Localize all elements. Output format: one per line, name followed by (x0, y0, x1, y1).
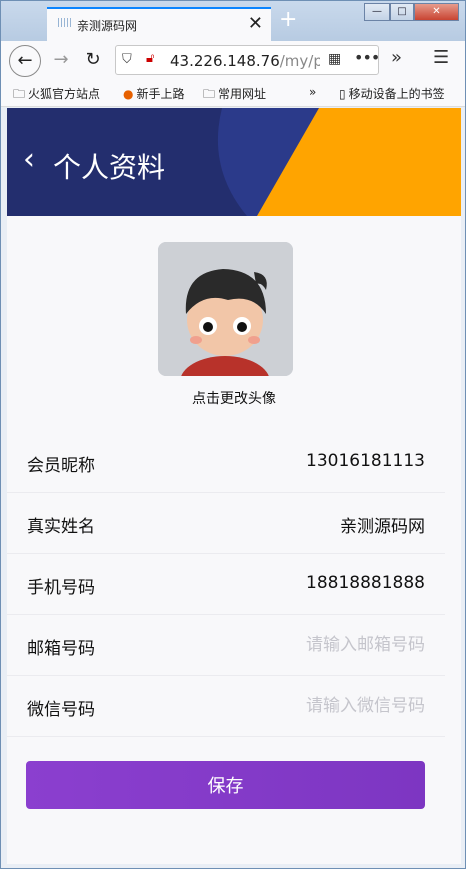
bookmark-item[interactable]: 🗀 火狐官方站点 (13, 85, 100, 106)
field-row-wechat: 微信号码 (7, 676, 445, 737)
browser-window: ||||| 亲测源码网 ✕ + — □ ✕ ← → ↻ ⛉ 🔓︎ 43.226.… (0, 0, 466, 869)
bookmark-item[interactable]: ● 新手上路 (123, 85, 185, 102)
wechat-input[interactable] (225, 692, 425, 720)
change-avatar-link[interactable]: 点击更改头像 (7, 388, 461, 408)
page-title: 个人资料 (53, 151, 166, 184)
folder-icon: 🗀 (203, 87, 216, 101)
real-name-value[interactable]: 亲测源码网 (340, 512, 425, 537)
field-label: 邮箱号码 (27, 639, 95, 659)
reload-icon[interactable]: ↻ (77, 45, 109, 77)
more-actions-icon[interactable]: ••• (354, 48, 380, 67)
field-label: 微信号码 (27, 700, 95, 720)
site-favicon-icon: ||||| (57, 18, 73, 28)
field-row-real-name: 真实姓名 亲测源码网 (7, 493, 445, 554)
email-input[interactable] (225, 631, 425, 659)
url-text[interactable]: 43.226.148.76/my/prof (170, 52, 320, 70)
nickname-value: 13016181113 (306, 451, 425, 471)
phone-value[interactable]: 18818881888 (306, 573, 425, 593)
field-row-nickname: 会员昵称 13016181113 (7, 432, 445, 493)
page-viewport: ‹ 个人资料 点击更改头像 会员昵称 13016181113 真实姓名 亲测源码… (7, 108, 461, 864)
avatar[interactable] (158, 242, 293, 376)
bookmark-item[interactable]: 🗀 常用网址 (203, 85, 266, 106)
field-row-email: 邮箱号码 (7, 615, 445, 676)
profile-form: 会员昵称 13016181113 真实姓名 亲测源码网 手机号码 1881888… (7, 432, 461, 737)
back-chevron-icon[interactable]: ‹ (23, 142, 35, 177)
close-window-button[interactable]: ✕ (414, 3, 459, 21)
save-button[interactable]: 保存 (26, 761, 425, 809)
tab-close-icon[interactable]: ✕ (248, 13, 263, 34)
field-row-phone: 手机号码 18818881888 (7, 554, 445, 615)
navigation-toolbar: ← → ↻ ⛉ 🔓︎ 43.226.148.76/my/prof ▦ ••• »… (1, 41, 465, 81)
bookmarks-overflow-icon[interactable]: » (309, 85, 316, 99)
shield-icon[interactable]: ⛉ (122, 52, 132, 67)
tab-title: 亲测源码网 (77, 19, 138, 33)
avatar-illustration (158, 242, 293, 376)
new-tab-icon[interactable]: + (279, 7, 297, 32)
field-label: 手机号码 (27, 578, 95, 598)
folder-icon: 🗀 (13, 87, 26, 101)
minimize-button[interactable]: — (364, 3, 390, 21)
back-arrow-icon[interactable]: ← (9, 45, 41, 77)
bookmark-item[interactable]: ▯ 移动设备上的书签 (339, 85, 445, 102)
maximize-button[interactable]: □ (390, 3, 414, 21)
insecure-lock-icon[interactable]: 🔓︎ (146, 51, 154, 66)
page-header: ‹ 个人资料 (7, 108, 461, 216)
hamburger-menu-icon[interactable]: ☰ (433, 47, 449, 68)
field-label: 会员昵称 (27, 456, 95, 476)
forward-arrow-icon[interactable]: → (45, 45, 77, 77)
address-bar[interactable]: ⛉ 🔓︎ 43.226.148.76/my/prof ▦ ••• (115, 45, 380, 75)
browser-tab[interactable]: ||||| 亲测源码网 ✕ (47, 7, 271, 41)
bookmarks-toolbar: 🗀 火狐官方站点 ● 新手上路 🗀 常用网址 » ▯ 移动设备上的书签 (1, 81, 465, 107)
chevron-overflow-icon[interactable]: » (391, 47, 402, 68)
qr-code-icon[interactable]: ▦ (328, 51, 341, 67)
mobile-device-icon: ▯ (339, 87, 346, 101)
firefox-icon: ● (123, 87, 134, 101)
field-label: 真实姓名 (27, 517, 95, 537)
title-bar: ||||| 亲测源码网 ✕ + — □ ✕ (1, 1, 465, 41)
